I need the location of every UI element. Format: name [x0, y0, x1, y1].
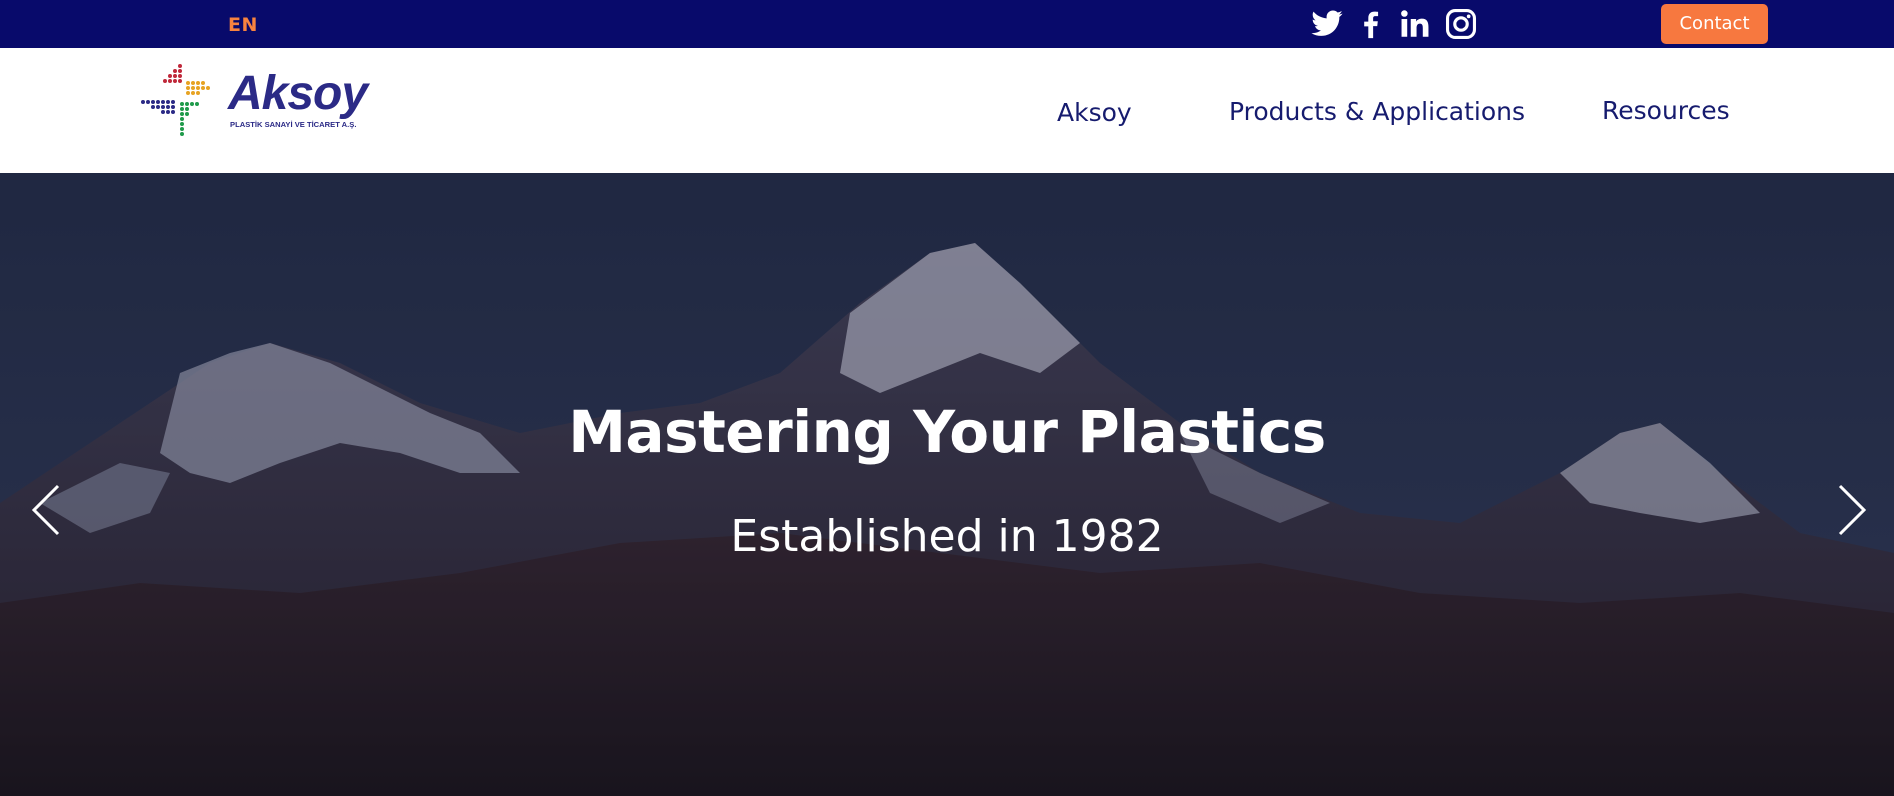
linkedin-icon[interactable]: [1398, 7, 1432, 41]
chevron-left-icon[interactable]: [28, 480, 68, 540]
facebook-icon[interactable]: [1354, 7, 1388, 41]
hero-slideshow: Mastering Your Plastics Established in 1…: [0, 173, 1894, 796]
nav-item-products-applications[interactable]: Products & Applications: [1229, 97, 1525, 126]
nav-item-resources[interactable]: Resources: [1602, 96, 1730, 125]
mountain-background-image: [0, 173, 1894, 796]
brand-logo[interactable]: Aksoy PLASTİK SANAYİ VE TİCARET A.Ş.: [140, 58, 380, 144]
twitter-icon[interactable]: [1310, 7, 1344, 41]
chevron-right-icon[interactable]: [1830, 480, 1870, 540]
nav-item-aksoy[interactable]: Aksoy: [1057, 98, 1132, 127]
instagram-icon[interactable]: [1444, 7, 1478, 41]
hero-subtitle: Established in 1982: [730, 511, 1164, 562]
contact-button[interactable]: Contact: [1661, 4, 1768, 44]
logo-mark-icon: Aksoy PLASTİK SANAYİ VE TİCARET A.Ş.: [141, 64, 371, 136]
language-selector[interactable]: EN: [228, 14, 258, 36]
brand-tagline: PLASTİK SANAYİ VE TİCARET A.Ş.: [230, 120, 356, 129]
top-bar: EN Contact: [0, 0, 1894, 48]
hero-title: Mastering Your Plastics: [568, 398, 1326, 466]
brand-name: Aksoy: [227, 67, 370, 120]
